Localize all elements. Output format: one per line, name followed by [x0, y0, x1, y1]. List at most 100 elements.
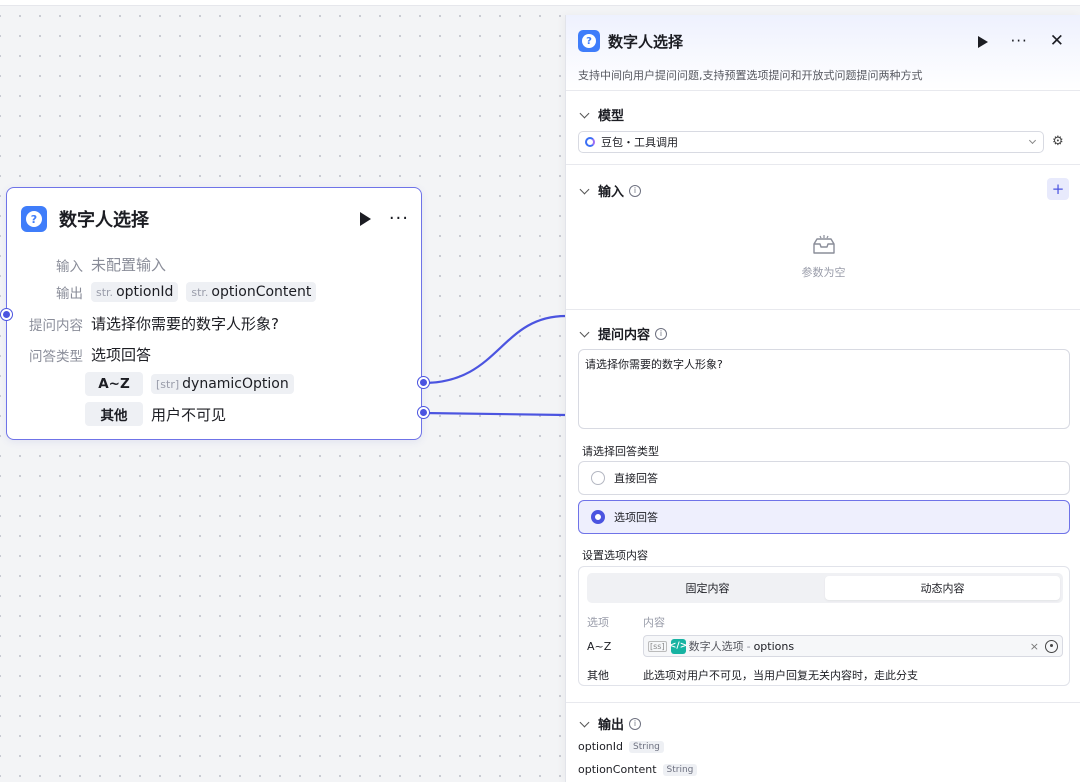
option-type: [str] — [156, 378, 180, 391]
option-key: 其他 — [85, 402, 143, 426]
run-icon[interactable] — [359, 212, 371, 226]
output-tag: str. optionContent — [186, 282, 317, 302]
divider — [566, 164, 1080, 165]
radio-circle[interactable] — [591, 471, 605, 485]
info-icon[interactable]: i — [655, 327, 668, 340]
question-icon: ? — [578, 30, 600, 52]
input-port[interactable] — [1, 309, 12, 320]
section-input-header[interactable]: 输入 i — [578, 181, 642, 200]
output-tag: str. optionId — [91, 282, 179, 302]
node-answer-type-row: 问答类型 选项回答 — [21, 344, 151, 365]
radio-option-answer[interactable]: 选项回答 — [578, 500, 1070, 534]
info-icon[interactable]: i — [629, 184, 642, 197]
output-item: optionContent String — [578, 763, 698, 776]
answer-type-label: 请选择回答类型 — [582, 445, 659, 458]
divider — [566, 702, 1080, 703]
answer-type-value: 选项回答 — [91, 346, 152, 364]
doubao-logo-icon — [585, 137, 595, 147]
input-label: 输入 — [56, 258, 83, 275]
divider — [566, 309, 1080, 310]
wire-az — [422, 314, 567, 385]
chevron-down-icon — [579, 717, 590, 727]
column-header: 选项 — [587, 616, 609, 629]
code-icon: </> — [669, 638, 687, 654]
output-type-badge: String — [629, 740, 664, 753]
variable-picker-icon[interactable] — [1045, 639, 1058, 653]
question-node-card[interactable]: ? 数字人选择 ··· 输入 未配置输入 输出 str. optionId st… — [6, 187, 422, 440]
section-title: 模型 — [598, 109, 625, 124]
chevron-down-icon — [579, 327, 590, 337]
output-name: optionContent — [578, 763, 657, 776]
question-label: 提问内容 — [29, 317, 83, 334]
node-header: ? 数字人选择 ··· — [21, 204, 409, 234]
variable-separator: - — [746, 639, 751, 653]
close-icon[interactable]: ✕ — [1050, 33, 1064, 50]
node-output-row: 输出 str. optionId str. optionContent — [21, 282, 317, 302]
variable-source: 数字人选项 — [688, 640, 744, 653]
gear-icon[interactable]: ⚙ — [1052, 134, 1064, 149]
output-name: optionId — [116, 284, 174, 300]
panel-title: 数字人选择 — [608, 33, 684, 51]
column-header: 内容 — [643, 616, 665, 629]
node-input-row: 输入 未配置输入 — [21, 254, 166, 275]
radio-circle[interactable] — [591, 510, 605, 524]
panel-description: 支持中间向用户提问问题,支持预置选项提问和开放式问题提问两种方式 — [578, 69, 923, 82]
empty-box-icon — [813, 235, 835, 254]
section-title: 输入 — [598, 185, 625, 200]
panel-header: ? 数字人选择 ··· ✕ 支持中间向用户提问问题,支持预置选项提问和开放式问题… — [566, 15, 1080, 91]
node-config-panel: ? 数字人选择 ··· ✕ 支持中间向用户提问问题,支持预置选项提问和开放式问题… — [565, 15, 1080, 782]
option-key: A~Z — [85, 372, 143, 396]
output-item: optionId String — [578, 740, 664, 753]
tab-dynamic-content[interactable]: 动态内容 — [825, 576, 1060, 600]
output-type-badge: String — [662, 763, 698, 776]
option-value: 用户不可见 — [151, 405, 227, 424]
option-mode-tabs: 固定内容 动态内容 — [587, 573, 1063, 603]
option-var-name: dynamicOption — [182, 376, 289, 392]
array-type-icon: [ss] — [648, 640, 667, 652]
wire-other — [422, 411, 567, 417]
output-label: 输出 — [56, 286, 83, 302]
question-icon: ? — [21, 206, 47, 232]
chevron-down-icon — [579, 108, 590, 118]
option-key: A~Z — [587, 640, 612, 653]
output-name: optionId — [578, 740, 624, 753]
section-output-header[interactable]: 输出 i — [578, 714, 642, 733]
tab-fixed-content[interactable]: 固定内容 — [590, 576, 825, 600]
section-model-header[interactable]: 模型 — [578, 105, 624, 124]
option-var-tag: [str] dynamicOption — [151, 374, 294, 394]
variable-reference-field[interactable]: [ss] </> 数字人选项 - options × — [643, 635, 1063, 657]
output-port-az[interactable] — [418, 377, 429, 388]
variable-name: options — [753, 639, 795, 653]
model-value: 豆包・工具调用 — [601, 136, 678, 149]
question-value: 请选择你需要的数字人形象? — [91, 315, 279, 333]
other-option-description: 此选项对用户不可见，当用户回复无关内容时，走此分支 — [643, 669, 918, 682]
info-icon[interactable]: i — [629, 717, 642, 730]
clear-icon[interactable]: × — [1030, 640, 1039, 653]
add-input-button[interactable]: + — [1047, 178, 1069, 200]
empty-state-text: 参数为空 — [801, 266, 846, 279]
node-option-other: 其他 用户不可见 — [85, 402, 226, 426]
chevron-down-icon — [1028, 136, 1037, 145]
section-title: 输出 — [598, 718, 625, 733]
input-value: 未配置输入 — [91, 256, 167, 274]
more-icon[interactable]: ··· — [389, 210, 409, 228]
node-option-az: A~Z [str] dynamicOption — [85, 372, 294, 396]
node-title: 数字人选择 — [59, 210, 149, 231]
output-port-other[interactable] — [418, 407, 429, 418]
chevron-down-icon — [579, 184, 590, 194]
answer-type-label: 问答类型 — [29, 348, 83, 365]
node-question-row: 提问内容 请选择你需要的数字人形象? — [21, 313, 279, 334]
option-content-box: 固定内容 动态内容 选项 内容 A~Z [ss] </> 数字人选项 - opt… — [578, 566, 1070, 686]
model-select[interactable]: 豆包・工具调用 — [578, 131, 1044, 153]
output-name: optionContent — [211, 284, 312, 300]
radio-direct-answer[interactable]: 直接回答 — [578, 461, 1070, 495]
run-icon[interactable] — [978, 35, 989, 48]
option-setting-label: 设置选项内容 — [582, 549, 648, 562]
section-title: 提问内容 — [598, 328, 651, 343]
option-key: 其他 — [587, 669, 609, 682]
radio-label: 直接回答 — [614, 472, 658, 485]
more-icon[interactable]: ··· — [1010, 34, 1027, 49]
radio-label: 选项回答 — [614, 511, 658, 524]
prompt-textarea[interactable]: 请选择你需要的数字人形象? — [578, 349, 1070, 429]
section-prompt-header[interactable]: 提问内容 i — [578, 324, 668, 343]
